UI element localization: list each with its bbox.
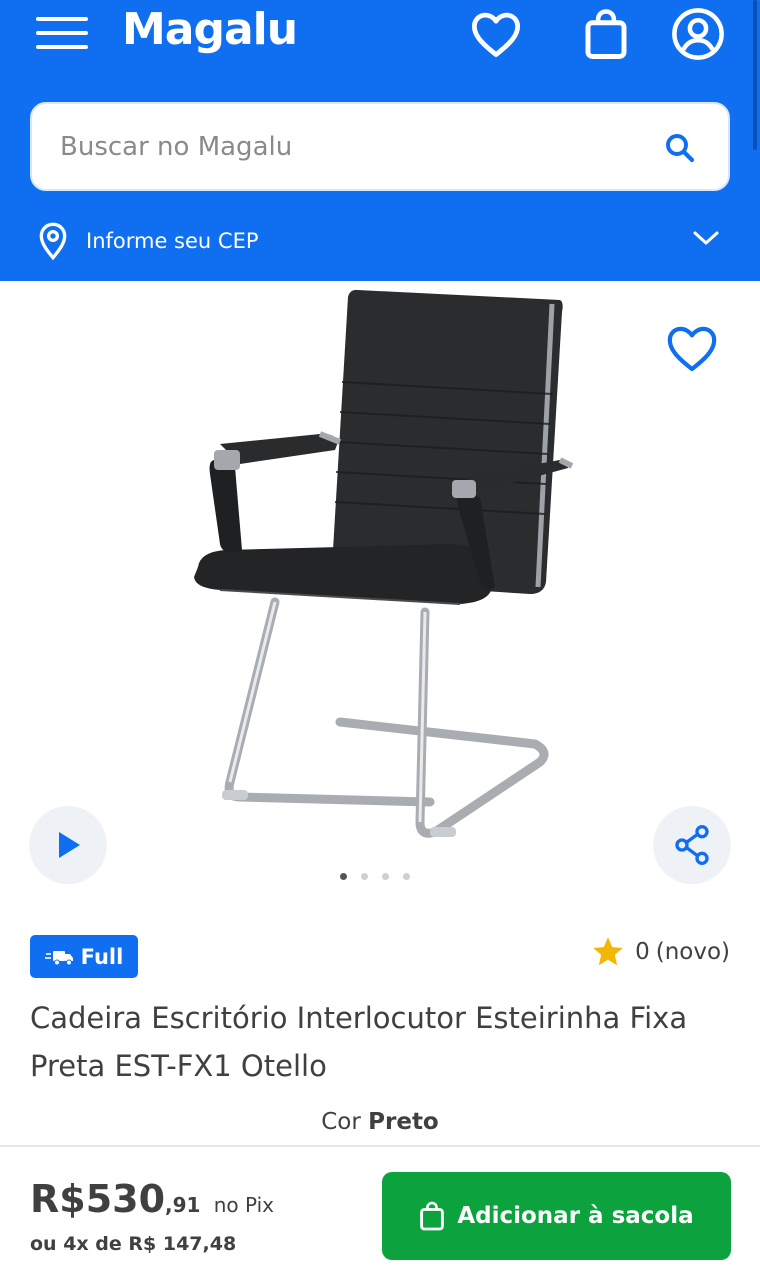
purchase-bar: R$530,91 no Pix ou 4x de R$ 147,48 Adici… — [0, 1145, 760, 1280]
share-icon — [675, 825, 709, 865]
installments-text: ou 4x de R$ 147,48 — [30, 1233, 237, 1255]
gallery-pagination — [340, 873, 410, 880]
scrollbar-thumb[interactable] — [753, 0, 757, 150]
product-title: Cadeira Escritório Interlocutor Esteirin… — [30, 1001, 688, 1083]
fast-truck-icon — [44, 950, 73, 965]
favorite-product-button[interactable] — [664, 322, 720, 378]
full-badge-label: Full — [80, 944, 124, 969]
gallery-dot[interactable] — [403, 873, 410, 880]
heart-outline-icon — [667, 326, 717, 372]
bag-icon — [420, 1201, 445, 1231]
favorites-button[interactable] — [468, 6, 524, 62]
gallery-dot[interactable] — [340, 873, 347, 880]
search-icon[interactable] — [662, 130, 698, 166]
play-video-button[interactable] — [29, 806, 107, 884]
share-button[interactable] — [653, 806, 731, 884]
star-icon — [593, 937, 623, 966]
top-header: Magalu Informe seu CEP — [0, 0, 760, 281]
cep-selector[interactable]: Informe seu CEP — [36, 218, 726, 264]
product-image[interactable] — [180, 282, 580, 842]
color-label: Cor — [321, 1109, 361, 1135]
full-badge: Full — [30, 935, 138, 978]
color-selector: Cor Preto — [0, 1109, 760, 1135]
price: R$530,91 no Pix — [30, 1177, 274, 1221]
add-to-bag-button[interactable]: Adicionar à sacola — [382, 1172, 731, 1260]
color-value: Preto — [368, 1109, 439, 1135]
bag-button[interactable] — [578, 6, 634, 62]
add-to-bag-label: Adicionar à sacola — [457, 1203, 694, 1229]
location-pin-icon — [39, 222, 67, 261]
price-main: R$530 — [30, 1177, 166, 1221]
magalu-logo[interactable]: Magalu — [122, 4, 298, 55]
search-input[interactable] — [60, 104, 640, 189]
menu-button[interactable] — [36, 14, 88, 52]
menu-icon — [36, 17, 88, 21]
search-bar — [30, 102, 730, 191]
rating-label: (novo) — [655, 939, 730, 965]
user-icon — [672, 8, 724, 60]
rating-value: 0 — [635, 939, 650, 965]
heart-icon — [471, 12, 521, 57]
cep-label: Informe seu CEP — [86, 229, 259, 253]
chevron-down-icon — [693, 231, 719, 245]
account-button[interactable] — [670, 6, 726, 62]
play-icon — [59, 832, 80, 858]
gallery-dot[interactable] — [361, 873, 368, 880]
bag-icon — [585, 9, 627, 59]
gallery-dot[interactable] — [382, 873, 389, 880]
product-rating[interactable]: 0 (novo) — [591, 936, 730, 968]
price-pix-label: no Pix — [213, 1193, 274, 1217]
price-cents: ,91 — [165, 1193, 201, 1217]
